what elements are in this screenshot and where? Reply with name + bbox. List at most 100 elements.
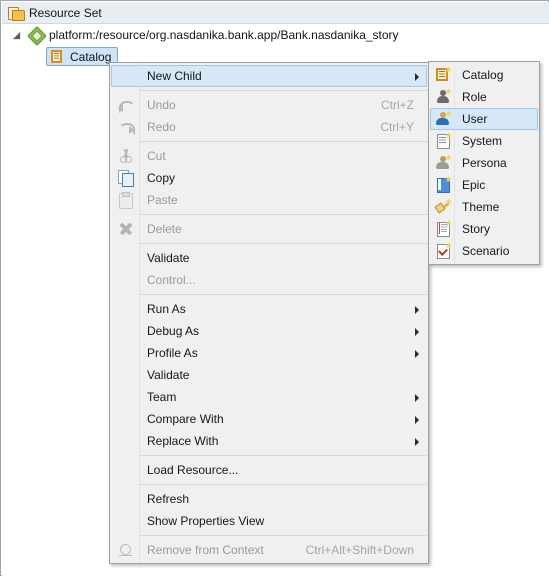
redo-icon-glyph (118, 119, 134, 135)
menu-item-no-icon (112, 365, 140, 385)
menu-item-replace-with[interactable]: Replace With (111, 430, 427, 452)
menu-item-label: Team (147, 390, 177, 404)
theme-new-icon-glyph (434, 198, 452, 215)
tree-label-resource-set: Resource Set (29, 5, 102, 20)
epic-new-icon-glyph (435, 176, 452, 193)
menu-item-label: Delete (147, 222, 182, 236)
menu-item-cut: Cut (111, 145, 427, 167)
submenu-item-label: System (462, 134, 503, 148)
menu-item-shortcut: Ctrl+Z (381, 98, 414, 112)
menu-item-compare-with[interactable]: Compare With (111, 408, 427, 430)
theme-new-icon (431, 197, 455, 217)
remove-icon-glyph (118, 542, 134, 558)
context-menu[interactable]: New Child Undo Ctrl+Z Redo Ctrl+Y Cut Copy Past… (109, 62, 429, 564)
submenu-item-label: Scenario (462, 244, 510, 258)
menu-item-redo: Redo Ctrl+Y (111, 116, 427, 138)
submenu-item-role[interactable]: Role (430, 86, 538, 108)
submenu-arrow-icon (410, 389, 426, 405)
menu-item-label: Validate (147, 251, 190, 265)
submenu-item-user[interactable]: User (430, 108, 538, 130)
user-new-icon-glyph (435, 110, 452, 127)
menu-item-no-icon (112, 387, 140, 407)
delete-icon (112, 219, 140, 239)
submenu-item-label: Persona (462, 156, 507, 170)
menu-item-remove-from-context: Remove from Context Ctrl+Alt+Shift+Down (111, 539, 427, 561)
new-badge-icon (445, 110, 452, 117)
menu-item-no-icon (112, 409, 140, 429)
submenu-item-story[interactable]: Story (430, 218, 538, 240)
menu-item-refresh[interactable]: Refresh (111, 488, 427, 510)
menu-item-run-as[interactable]: Run As (111, 298, 427, 320)
menu-item-label: Paste (147, 193, 178, 207)
undo-icon (112, 95, 140, 115)
system-new-icon-glyph (435, 132, 452, 149)
model-resource-icon (28, 27, 44, 43)
scenario-new-icon-glyph (435, 242, 452, 259)
menu-item-team[interactable]: Team (111, 386, 427, 408)
menu-item-label: Cut (147, 149, 166, 163)
new-child-submenu[interactable]: Catalog Role User System Persona Epic Theme Sto… (428, 61, 540, 265)
tree-row-catalog[interactable]: Catalog (2, 46, 119, 67)
menu-separator (140, 484, 427, 485)
submenu-item-label: Role (462, 90, 487, 104)
menu-item-new-child[interactable]: New Child (111, 65, 427, 87)
submenu-item-system[interactable]: System (430, 130, 538, 152)
menu-separator (140, 535, 427, 536)
cut-icon (112, 146, 140, 166)
menu-item-undo: Undo Ctrl+Z (111, 94, 427, 116)
menu-separator (140, 455, 427, 456)
menu-item-label: Validate (147, 368, 190, 382)
menu-item-copy[interactable]: Copy (111, 167, 427, 189)
tree-item-catalog-selected[interactable]: Catalog (46, 47, 119, 66)
menu-item-delete: Delete (111, 218, 427, 240)
tree-label-catalog: Catalog (70, 49, 112, 64)
menu-item-label: Redo (147, 120, 176, 134)
menu-item-control: Control... (111, 269, 427, 291)
menu-item-show-properties-view[interactable]: Show Properties View (111, 510, 427, 532)
menu-item-no-icon (112, 66, 140, 86)
submenu-arrow-icon (410, 345, 426, 361)
menu-item-label: Remove from Context (147, 543, 264, 557)
tree-row-resource[interactable]: platform:/resource/org.nasdanika.bank.ap… (2, 24, 399, 45)
catalog-icon (49, 49, 65, 65)
submenu-arrow-icon (410, 68, 426, 84)
user-new-icon (431, 109, 455, 129)
menu-item-debug-as[interactable]: Debug As (111, 320, 427, 342)
submenu-item-catalog[interactable]: Catalog (430, 64, 538, 86)
undo-icon-glyph (118, 97, 135, 113)
submenu-item-label: Epic (462, 178, 486, 192)
redo-icon (112, 117, 140, 137)
menu-item-validate-1[interactable]: Validate (111, 247, 427, 269)
tree-row-resource-set[interactable]: Resource Set (2, 2, 549, 24)
menu-item-label: Copy (147, 171, 176, 185)
menu-item-no-icon (112, 460, 140, 480)
catalog-new-icon-glyph (435, 66, 452, 83)
resource-set-icon (8, 5, 25, 21)
submenu-item-scenario[interactable]: Scenario (430, 240, 538, 262)
story-new-icon-glyph (435, 220, 452, 237)
role-new-icon-glyph (435, 88, 452, 105)
paste-icon-glyph (118, 192, 134, 209)
menu-item-label: New Child (147, 69, 202, 83)
menu-item-paste: Paste (111, 189, 427, 211)
menu-item-label: Refresh (147, 492, 190, 506)
menu-item-profile-as[interactable]: Profile As (111, 342, 427, 364)
menu-item-validate-2[interactable]: Validate (111, 364, 427, 386)
menu-item-load-resource[interactable]: Load Resource... (111, 459, 427, 481)
submenu-item-epic[interactable]: Epic (430, 174, 538, 196)
menu-item-no-icon (112, 270, 140, 290)
role-new-icon (431, 87, 455, 107)
cut-icon-glyph (118, 148, 134, 164)
system-new-icon (431, 131, 455, 151)
menu-item-label: Load Resource... (147, 463, 239, 477)
submenu-item-label: User (462, 112, 488, 126)
submenu-item-theme[interactable]: Theme (430, 196, 538, 218)
menu-separator (140, 141, 427, 142)
submenu-item-list: Catalog Role User System Persona Epic Theme Sto… (429, 64, 539, 262)
menu-item-shortcut: Ctrl+Y (380, 120, 414, 134)
submenu-item-persona[interactable]: Persona (430, 152, 538, 174)
menu-item-label: Profile As (147, 346, 198, 360)
menu-item-label: Control... (147, 273, 196, 287)
menu-separator (140, 214, 427, 215)
expand-arrow-icon[interactable] (12, 27, 28, 43)
